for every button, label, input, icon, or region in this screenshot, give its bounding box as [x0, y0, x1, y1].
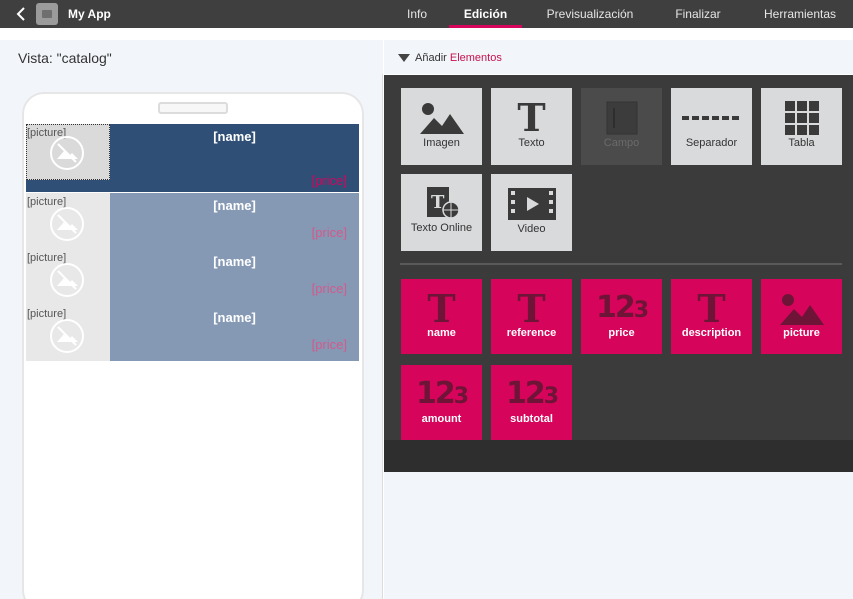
element-label: Texto — [518, 137, 545, 149]
element-label: Tabla — [788, 137, 815, 149]
text-icon: T — [697, 286, 726, 331]
list-item[interactable]: [picture] [name] [price] — [26, 249, 359, 305]
back-arrow-icon[interactable] — [14, 3, 30, 25]
image-icon — [761, 289, 842, 329]
field-label: price — [608, 327, 635, 339]
element-label: Campo — [603, 137, 640, 149]
add-elements-toggle[interactable]: Añadir Elementos — [415, 52, 502, 64]
phone-screen: [picture] [name] [price] [picture] [name… — [26, 124, 359, 599]
picture-label: [picture] — [27, 252, 67, 264]
image-icon — [401, 98, 482, 138]
tab-finalizar[interactable]: Finalizar — [664, 0, 732, 28]
field-label: description — [681, 327, 742, 339]
field-picture[interactable]: picture — [761, 279, 842, 354]
field-icon — [581, 98, 662, 138]
elements-palette: Imagen T Texto Campo Separador Tabla T T… — [384, 75, 853, 472]
element-label: Texto Online — [410, 222, 473, 234]
element-label: Video — [517, 223, 546, 235]
field-label: name — [427, 327, 456, 339]
view-header: Vista: "catalog" — [0, 40, 383, 74]
top-bar: My App Info Edición Previsualización Fin… — [0, 0, 853, 28]
picture-placeholder[interactable]: [picture] — [26, 193, 110, 249]
field-label: subtotal — [510, 413, 553, 425]
item-name: [name] — [213, 254, 256, 269]
item-info[interactable]: [name] [price] — [110, 193, 359, 249]
elements-link[interactable]: Elementos — [450, 52, 502, 64]
picture-label: [picture] — [27, 196, 67, 208]
number-icon: 123 — [415, 375, 469, 411]
palette-footer — [384, 440, 853, 472]
element-imagen[interactable]: Imagen — [401, 88, 482, 165]
image-placeholder-icon — [50, 207, 84, 241]
field-amount[interactable]: 123 amount — [401, 365, 482, 440]
field-label: amount — [421, 413, 462, 425]
field-price[interactable]: 123 price — [581, 279, 662, 354]
tab-previsualizacion[interactable]: Previsualización — [538, 0, 642, 28]
picture-placeholder[interactable]: [picture] — [26, 124, 110, 192]
tab-edicion[interactable]: Edición — [449, 0, 522, 28]
element-video[interactable]: Video — [491, 174, 572, 251]
element-texto[interactable]: T Texto — [491, 88, 572, 165]
list-item[interactable]: [picture] [name] [price] — [26, 124, 359, 192]
item-price: [price] — [311, 337, 347, 352]
item-name: [name] — [213, 129, 256, 144]
app-icon — [36, 3, 58, 25]
online-text-icon: T — [401, 186, 482, 220]
list-item[interactable]: [picture] [name] [price] — [26, 193, 359, 249]
element-texto-online[interactable]: T Texto Online — [401, 174, 482, 251]
text-icon: T — [517, 95, 546, 140]
item-info[interactable]: [name] [price] — [110, 124, 359, 192]
field-name[interactable]: T name — [401, 279, 482, 354]
field-subtotal[interactable]: 123 subtotal — [491, 365, 572, 440]
picture-label: [picture] — [27, 308, 67, 320]
image-placeholder-icon — [50, 136, 84, 170]
number-icon: 123 — [505, 375, 559, 411]
item-name: [name] — [213, 198, 256, 213]
element-tabla[interactable]: Tabla — [761, 88, 842, 165]
field-label: reference — [506, 327, 557, 339]
caret-down-icon[interactable] — [398, 54, 410, 62]
image-placeholder-icon — [50, 319, 84, 353]
item-price: [price] — [311, 173, 347, 188]
item-price: [price] — [311, 225, 347, 240]
tab-info[interactable]: Info — [396, 0, 438, 28]
phone-speaker — [158, 102, 228, 114]
picture-placeholder[interactable]: [picture] — [26, 305, 110, 361]
item-info[interactable]: [name] [price] — [110, 249, 359, 305]
number-icon: 123 — [595, 289, 649, 325]
table-icon — [761, 98, 842, 138]
tab-herramientas[interactable]: Herramientas — [754, 0, 846, 28]
element-separador[interactable]: Separador — [671, 88, 752, 165]
picture-placeholder[interactable]: [picture] — [26, 249, 110, 305]
field-description[interactable]: T description — [671, 279, 752, 354]
element-campo: Campo — [581, 88, 662, 165]
list-item[interactable]: [picture] [name] [price] — [26, 305, 359, 361]
item-price: [price] — [311, 281, 347, 296]
separator-icon — [671, 98, 752, 138]
properties-area — [384, 472, 853, 599]
app-name: My App — [68, 7, 111, 21]
video-icon — [491, 184, 572, 224]
add-prefix: Añadir — [415, 52, 447, 64]
text-icon: T — [517, 286, 546, 331]
palette-divider — [400, 263, 842, 265]
field-reference[interactable]: T reference — [491, 279, 572, 354]
element-label: Separador — [685, 137, 738, 149]
add-elements-header[interactable]: Añadir Elementos — [384, 40, 853, 74]
image-placeholder-icon — [50, 263, 84, 297]
text-icon: T — [427, 286, 456, 331]
item-info[interactable]: [name] [price] — [110, 305, 359, 361]
element-label: Imagen — [423, 137, 460, 149]
item-name: [name] — [213, 310, 256, 325]
view-label: Vista: "catalog" — [18, 50, 112, 66]
field-label: picture — [783, 327, 820, 339]
